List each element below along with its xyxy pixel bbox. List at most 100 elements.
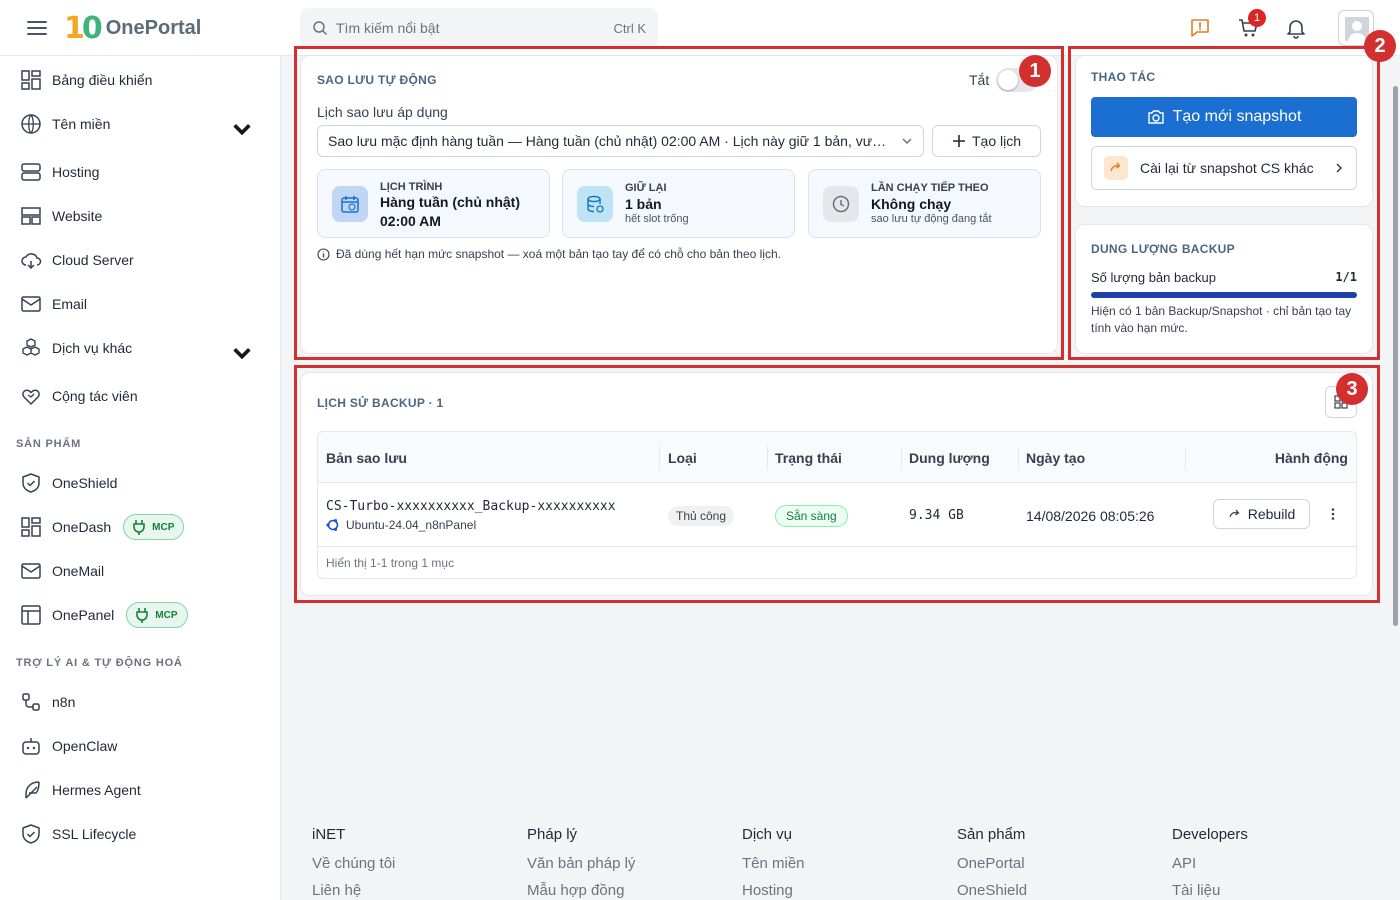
type-cell: Thủ công <box>668 484 735 547</box>
search-icon <box>313 21 328 36</box>
plug-icon <box>136 608 149 623</box>
scrollbar-thumb[interactable] <box>1393 86 1398 626</box>
sidebar-item-hosting[interactable]: Hosting <box>20 157 265 187</box>
col-type[interactable]: Loại <box>668 432 697 483</box>
logo[interactable]: 10 OnePortal <box>64 10 201 46</box>
footer-heading: iNET <box>312 826 346 843</box>
sidebar-item-label: Cloud Server <box>52 252 134 268</box>
search-placeholder: Tìm kiếm nổi bật <box>336 20 440 36</box>
feedback-icon[interactable] <box>1188 16 1212 40</box>
sidebar-item-affiliate[interactable]: Cộng tác viên <box>20 381 265 411</box>
footer-link[interactable]: OnePortal <box>957 855 1027 872</box>
restore-label: Cài lại từ snapshot CS khác <box>1140 160 1314 176</box>
pagination-info: Hiển thị 1-1 trong 1 mục <box>326 556 455 570</box>
column-divider <box>1018 446 1019 470</box>
footer-link[interactable]: Tên miền <box>742 855 805 872</box>
stat-label: LỊCH TRÌNH <box>380 181 443 193</box>
mcp-badge: MCP <box>126 602 188 628</box>
sidebar-item-openclaw[interactable]: OpenClaw <box>20 731 265 761</box>
sidebar-item-domains[interactable]: Tên miền <box>20 109 265 139</box>
bell-icon[interactable] <box>1284 16 1308 40</box>
footer-heading: Developers <box>1172 826 1248 843</box>
sidebar-item-email[interactable]: Email <box>20 289 265 319</box>
shield-icon <box>22 473 40 493</box>
backup-history-table: Bản sao lưu Loại Trạng thái Dung lượng N… <box>317 431 1357 579</box>
mail-icon <box>21 563 41 579</box>
quota-warning-note: Đã dùng hết hạn mức snapshot — xoá một b… <box>317 247 781 261</box>
sidebar-item-n8n[interactable]: n8n <box>20 687 265 717</box>
restore-from-other-snapshot-button[interactable]: Cài lại từ snapshot CS khác <box>1091 146 1357 190</box>
annotation-number-1: 1 <box>1019 55 1051 87</box>
rebuild-button[interactable]: Rebuild <box>1213 499 1310 529</box>
quota-progress-fill <box>1091 292 1357 298</box>
quota-progress-bar <box>1091 292 1357 298</box>
created-cell: 14/08/2026 08:05:26 <box>1026 484 1154 547</box>
sidebar-item-oneshield[interactable]: OneShield <box>20 468 265 498</box>
mcp-badge-label: MCP <box>152 521 175 533</box>
dashboard-icon <box>21 517 41 537</box>
rebuild-label: Rebuild <box>1247 506 1296 522</box>
more-vertical-icon[interactable] <box>1326 507 1340 521</box>
sidebar-item-hermes-agent[interactable]: Hermes Agent <box>20 775 265 805</box>
sidebar-item-other-services[interactable]: Dịch vụ khác <box>20 333 265 363</box>
col-created[interactable]: Ngày tạo <box>1026 432 1085 483</box>
create-snapshot-button[interactable]: Tạo mới snapshot <box>1091 97 1357 137</box>
chevron-down-icon[interactable] <box>231 118 253 140</box>
sidebar-item-label: n8n <box>52 694 76 710</box>
backup-os: Ubuntu-24.04_n8nPanel <box>326 518 476 532</box>
sidebar-item-onedash[interactable]: OneDash MCP <box>20 512 265 542</box>
workflow-icon <box>22 693 40 711</box>
footer-link[interactable]: Về chúng tôi <box>312 855 395 872</box>
sidebar-item-label: Website <box>52 208 103 224</box>
shield-check-icon <box>22 824 40 844</box>
footer-link[interactable]: API <box>1172 855 1248 872</box>
column-divider <box>901 446 902 470</box>
backup-os-label: Ubuntu-24.04_n8nPanel <box>346 518 477 532</box>
schedule-select[interactable]: Sao lưu mặc định hàng tuần — Hàng tuần (… <box>317 125 924 157</box>
sidebar-item-onemail[interactable]: OneMail <box>20 556 265 586</box>
footer-col-products: Sản phẩm OnePortal OneShield <box>957 826 1027 900</box>
footer-link[interactable]: OneShield <box>957 882 1027 899</box>
section-ai-heading: TRỢ LÝ AI & TỰ ĐỘNG HOÁ <box>16 657 183 669</box>
footer-link[interactable]: Liên hệ <box>312 882 395 899</box>
sidebar-item-ssl-lifecycle[interactable]: SSL Lifecycle <box>20 819 265 849</box>
sidebar-item-website[interactable]: Website <box>20 201 265 231</box>
search-input[interactable]: Tìm kiếm nổi bật Ctrl K <box>300 8 658 48</box>
col-size[interactable]: Dung lượng <box>909 432 990 483</box>
table-header: Bản sao lưu Loại Trạng thái Dung lượng N… <box>318 432 1356 483</box>
toggle-label: Tắt <box>969 72 990 88</box>
scrollbar[interactable] <box>1391 56 1400 900</box>
sidebar-item-dashboard[interactable]: Bảng điều khiển <box>20 65 265 95</box>
menu-icon[interactable] <box>27 19 47 37</box>
stat-schedule: LỊCH TRÌNH Hàng tuần (chủ nhật) 02:00 AM <box>317 169 550 238</box>
footer-col-developers: Developers API Tài liệu <box>1172 826 1248 900</box>
server-icon <box>21 163 41 181</box>
sidebar-item-cloud-server[interactable]: Cloud Server <box>20 245 265 275</box>
create-snapshot-label: Tạo mới snapshot <box>1172 108 1302 125</box>
col-backup-name[interactable]: Bản sao lưu <box>326 432 407 483</box>
create-schedule-button[interactable]: Tạo lịch <box>932 125 1041 157</box>
stat-value: 1 bản <box>625 196 662 212</box>
annotation-number-3: 3 <box>1336 373 1368 405</box>
footer-link[interactable]: Tài liệu <box>1172 882 1248 899</box>
calendar-icon <box>332 186 368 222</box>
stat-label: GIỮ LẠI <box>625 182 667 194</box>
sidebar-item-onepanel[interactable]: OnePanel MCP <box>20 600 265 630</box>
footer-link[interactable]: Hosting <box>742 882 805 899</box>
sidebar-item-label: Cộng tác viên <box>52 388 138 404</box>
boxes-icon <box>22 338 40 356</box>
sidebar-item-label: Email <box>52 296 88 312</box>
footer-col-inet: iNET Về chúng tôi Liên hệ <box>312 826 395 900</box>
backup-name: CS-Turbo-xxxxxxxxxx_Backup-xxxxxxxxxx <box>326 499 616 514</box>
footer-link[interactable]: Văn bản pháp lý <box>527 855 635 872</box>
stat-value: Hàng tuần (chủ nhật) <box>380 194 520 210</box>
col-status[interactable]: Trạng thái <box>775 432 842 483</box>
footer-link[interactable]: Mẫu hợp đồng <box>527 882 635 899</box>
plug-icon <box>133 520 145 535</box>
quota-warning-text: Đã dùng hết hạn mức snapshot — xoá một b… <box>336 247 781 261</box>
auto-backup-title: SAO LƯU TỰ ĐỘNG <box>317 73 437 87</box>
schedule-label: Lịch sao lưu áp dụng <box>317 104 448 120</box>
stat-label: LẦN CHẠY TIẾP THEO <box>871 182 989 194</box>
mcp-badge-label: MCP <box>155 609 178 621</box>
chevron-down-icon[interactable] <box>231 342 253 364</box>
